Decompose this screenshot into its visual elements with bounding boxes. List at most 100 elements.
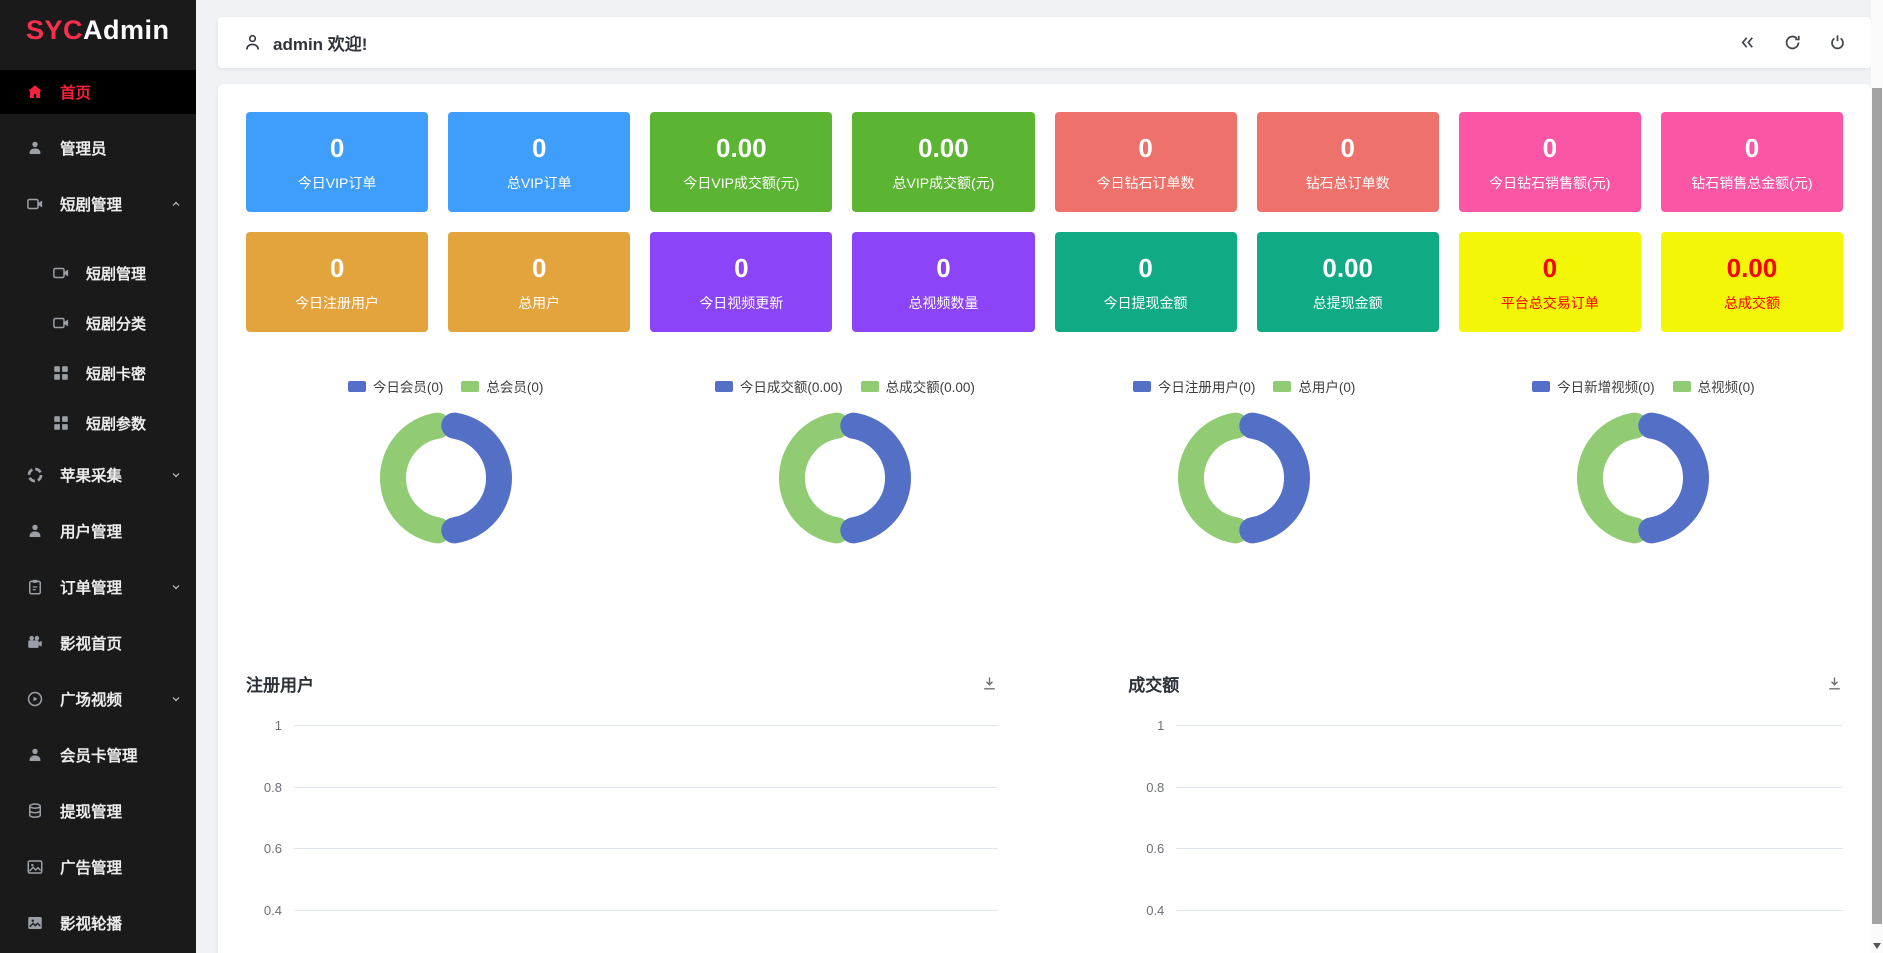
chevron-down-icon — [170, 581, 182, 593]
sidebar-item-apple-collect[interactable]: 苹果采集 — [0, 453, 196, 497]
power-icon[interactable] — [1828, 33, 1847, 52]
y-axis-tick: 0.6 — [246, 841, 282, 856]
stat-value: 0 — [936, 255, 950, 281]
stat-card: 0.00 今日VIP成交额(元) — [650, 112, 832, 212]
gridline — [294, 725, 998, 726]
sidebar-item-movie-home[interactable]: 影视首页 — [0, 621, 196, 665]
sidebar-item-ads[interactable]: 广告管理 — [0, 845, 196, 889]
download-icon[interactable] — [1826, 675, 1843, 692]
sidebar-item-plaza-video[interactable]: 广场视频 — [0, 677, 196, 721]
sidebar-item-label: 短剧分类 — [86, 313, 146, 334]
legend-item[interactable]: 今日注册用户(0) — [1133, 376, 1256, 396]
sidebar-item-label: 广告管理 — [60, 856, 122, 878]
stat-label: 今日钻石订单数 — [1097, 176, 1195, 190]
gridline-row: 0.4 — [1128, 880, 1843, 942]
download-icon[interactable] — [981, 675, 998, 692]
sidebar-item-label: 影视轮播 — [60, 912, 122, 934]
sidebar-item-shortdrama-manage[interactable]: 短剧管理 — [0, 253, 196, 293]
stat-value: 0.00 — [918, 135, 969, 161]
legend-item[interactable]: 今日会员(0) — [348, 376, 444, 396]
gridline — [1176, 725, 1843, 726]
stat-card: 0 总VIP订单 — [448, 112, 630, 212]
sidebar-item-shortdrama-category[interactable]: 短剧分类 — [0, 303, 196, 343]
y-axis-tick: 0.4 — [1128, 903, 1164, 918]
line-chart-turnover: 成交额 1 0.8 0.6 0.4 — [1128, 672, 1843, 941]
legend-item[interactable]: 今日成交额(0.00) — [715, 376, 843, 396]
legend-swatch — [1673, 381, 1691, 392]
stat-label: 总用户 — [518, 296, 560, 310]
double-arrow-left-icon[interactable] — [1738, 33, 1757, 52]
scrollbar-down-arrow[interactable] — [1873, 943, 1881, 949]
sidebar-item-member-card[interactable]: 会员卡管理 — [0, 733, 196, 777]
photo-icon — [26, 914, 44, 932]
y-axis-tick: 0.8 — [246, 780, 282, 795]
play-circle-icon — [26, 690, 44, 708]
welcome-message: admin 欢迎! — [273, 30, 367, 55]
user-icon — [26, 522, 44, 540]
y-axis-tick: 0.8 — [1128, 780, 1164, 795]
gridline — [294, 910, 998, 911]
stat-value: 0 — [1543, 135, 1557, 161]
refresh-icon[interactable] — [1783, 33, 1802, 52]
gridline-row: 0.8 — [246, 757, 998, 819]
stat-card: 0 平台总交易订单 — [1459, 232, 1641, 332]
chart-title: 注册用户 — [246, 671, 314, 696]
database-icon — [26, 802, 44, 820]
sidebar-item-label: 影视首页 — [60, 632, 122, 654]
stat-card: 0 今日注册用户 — [246, 232, 428, 332]
sidebar-item-movie-carousel[interactable]: 影视轮播 — [0, 901, 196, 945]
video-icon — [52, 314, 70, 332]
sidebar-item-withdraw[interactable]: 提现管理 — [0, 789, 196, 833]
stat-card: 0.00 总提现金额 — [1257, 232, 1439, 332]
donut-ring — [1168, 402, 1320, 554]
sidebar-item-label: 提现管理 — [60, 800, 122, 822]
legend-label: 今日注册用户(0) — [1158, 376, 1256, 396]
chevron-down-icon — [170, 693, 182, 705]
stat-value: 0 — [1340, 135, 1354, 161]
sidebar-item-shortdrama-params[interactable]: 短剧参数 — [0, 403, 196, 443]
movie-camera-icon — [26, 634, 44, 652]
legend-label: 总成交额(0.00) — [886, 376, 975, 396]
user-icon — [26, 746, 44, 764]
sidebar-item-label: 用户管理 — [60, 520, 122, 542]
target-icon — [26, 466, 44, 484]
legend-label: 总用户(0) — [1298, 376, 1355, 396]
chart-title: 成交额 — [1128, 671, 1179, 696]
image-icon — [26, 858, 44, 876]
legend-item[interactable]: 总成交额(0.00) — [861, 376, 975, 396]
legend-item[interactable]: 总会员(0) — [461, 376, 543, 396]
legend-label: 总视频(0) — [1698, 376, 1755, 396]
legend-item[interactable]: 总用户(0) — [1273, 376, 1355, 396]
sidebar-item-admins[interactable]: 管理员 — [0, 126, 196, 170]
chart-plot-area: 1 0.8 0.6 0.4 — [246, 695, 998, 941]
sidebar-item-home[interactable]: 首页 — [0, 70, 196, 114]
stat-card: 0 今日提现金额 — [1055, 232, 1237, 332]
sidebar-item-users[interactable]: 用户管理 — [0, 509, 196, 553]
scrollbar-thumb[interactable] — [1872, 88, 1882, 924]
legend-swatch — [861, 381, 879, 392]
stat-value: 0 — [532, 135, 546, 161]
sidebar-item-shortdrama[interactable]: 短剧管理 — [0, 182, 196, 226]
legend-item[interactable]: 总视频(0) — [1673, 376, 1755, 396]
legend-swatch — [1133, 381, 1151, 392]
sidebar-item-shortdrama-cardkey[interactable]: 短剧卡密 — [0, 353, 196, 393]
home-icon — [26, 83, 44, 101]
donut-charts-row: 今日会员(0) 总会员(0) 今日成交额(0.00) — [246, 376, 1843, 554]
stat-label: 钻石总订单数 — [1306, 176, 1390, 190]
gridline — [1176, 910, 1843, 911]
gridline — [294, 848, 998, 849]
sidebar-item-orders[interactable]: 订单管理 — [0, 565, 196, 609]
stat-value: 0.00 — [1322, 255, 1373, 281]
stat-value: 0 — [1138, 255, 1152, 281]
stat-card: 0 今日钻石订单数 — [1055, 112, 1237, 212]
grid-icon — [52, 414, 70, 432]
sidebar-item-label: 首页 — [60, 81, 91, 103]
gridline — [294, 787, 998, 788]
legend-item[interactable]: 今日新增视频(0) — [1532, 376, 1655, 396]
line-chart-registered-users: 注册用户 1 0.8 0.6 0.4 — [246, 672, 998, 941]
stat-card: 0.00 总VIP成交额(元) — [852, 112, 1034, 212]
stat-value: 0 — [330, 255, 344, 281]
sidebar-item-label: 短剧参数 — [86, 413, 146, 434]
legend-label: 总会员(0) — [486, 376, 543, 396]
vertical-scrollbar[interactable] — [1871, 0, 1883, 953]
